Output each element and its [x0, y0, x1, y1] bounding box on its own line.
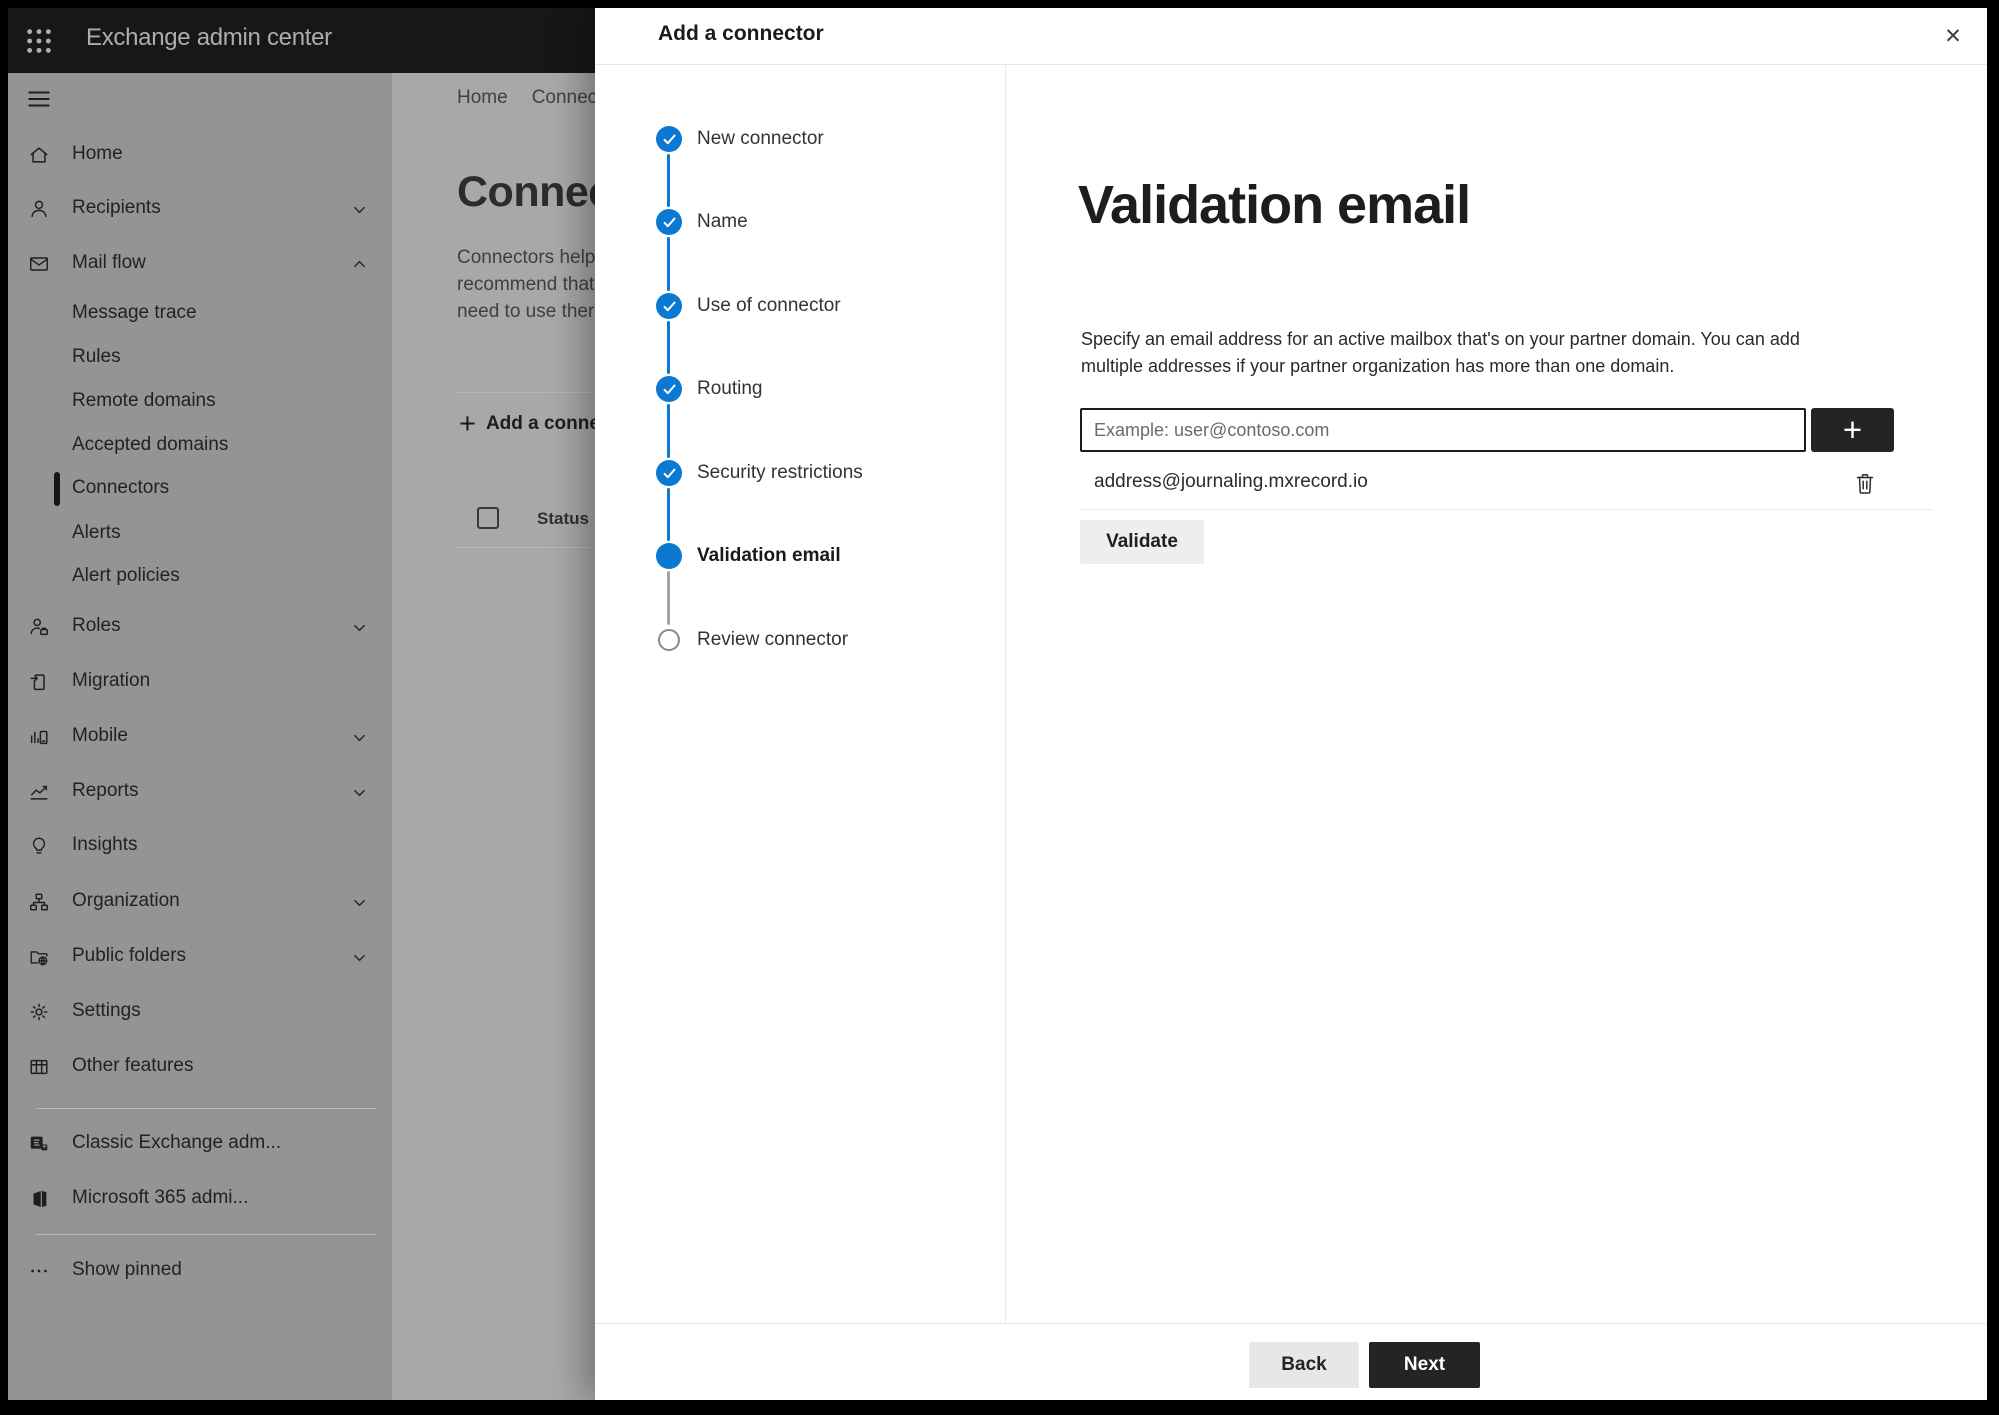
sidebar-item-other-features[interactable]: Other features — [8, 1047, 392, 1087]
dialog-footer-divider — [595, 1323, 1987, 1324]
dialog-title: Add a connector — [658, 22, 824, 45]
chevron-down-icon — [354, 789, 365, 797]
add-connector-button[interactable]: + Add a connector — [459, 404, 595, 444]
folder-globe-icon — [30, 951, 48, 966]
app-window: Exchange admin center Home Recipients Ma… — [8, 8, 1987, 1400]
chevron-down-icon — [354, 734, 365, 742]
step-completed-icon — [656, 460, 682, 486]
stepper-connector-line — [667, 404, 670, 458]
breadcrumb-home-link[interactable]: Home — [457, 87, 508, 109]
page-description: Connectors help recommend that need to u… — [457, 247, 595, 322]
breadcrumb: Home Connectors — [457, 84, 595, 112]
email-address-row: address@journaling.mxrecord.io — [1080, 459, 1933, 510]
sidebar-item-mobile[interactable]: Mobile — [8, 717, 392, 757]
lightbulb-icon — [32, 837, 46, 854]
step-current-icon — [656, 543, 682, 569]
line-chart-icon — [30, 785, 48, 800]
sidebar-item-settings[interactable]: Settings — [8, 992, 392, 1032]
stepper-connector-line — [667, 154, 670, 207]
app-title: Exchange admin center — [86, 24, 332, 51]
sidebar-item-public-folders[interactable]: Public folders — [8, 937, 392, 977]
validation-email-input[interactable] — [1080, 408, 1806, 452]
stepper-connector-line-pending — [667, 571, 670, 625]
trash-icon[interactable] — [1853, 470, 1881, 498]
stepper-panel-border — [1005, 65, 1006, 1323]
step-validation-email[interactable]: Validation email — [595, 536, 995, 576]
breadcrumb-connectors-link[interactable]: Connectors — [532, 87, 595, 109]
sidebar-item-message-trace[interactable]: Message trace — [8, 294, 392, 334]
step-use-of-connector[interactable]: Use of connector — [595, 286, 995, 326]
step-description: Specify an email address for an active m… — [1081, 329, 1800, 376]
sidebar-item-roles[interactable]: Roles — [8, 607, 392, 647]
step-routing[interactable]: Routing — [595, 369, 995, 409]
mobile-device-icon — [30, 730, 48, 745]
home-icon — [30, 147, 48, 163]
sidebar-item-rules[interactable]: Rules — [8, 338, 392, 378]
sidebar-divider — [36, 1108, 376, 1109]
page-title: Connectors — [457, 168, 595, 216]
dialog-header: Add a connector ✕ — [595, 8, 1987, 65]
back-button[interactable]: Back — [1249, 1342, 1359, 1388]
plus-icon: + — [459, 408, 476, 440]
content-divider — [457, 547, 595, 548]
add-email-button[interactable]: + — [1811, 408, 1894, 452]
app-launcher-waffle-icon[interactable] — [24, 25, 56, 57]
sidebar-item-classic-exchange-admin[interactable]: Classic Exchange adm... — [8, 1124, 392, 1164]
sidebar-item-insights[interactable]: Insights — [8, 826, 392, 866]
step-review-connector[interactable]: Review connector — [595, 620, 995, 660]
sidebar-item-mail-flow[interactable]: Mail flow — [8, 244, 392, 284]
sidebar-item-reports[interactable]: Reports — [8, 772, 392, 812]
validate-button[interactable]: Validate — [1080, 520, 1204, 564]
stepper-connector-line — [667, 237, 670, 291]
step-new-connector[interactable]: New connector — [595, 119, 995, 159]
mail-icon — [30, 257, 48, 271]
sidebar-item-alert-policies[interactable]: Alert policies — [8, 557, 392, 597]
selected-indicator — [54, 472, 60, 506]
chevron-down-icon — [354, 954, 365, 962]
sidebar-item-accepted-domains[interactable]: Accepted domains — [8, 426, 392, 466]
step-completed-icon — [656, 293, 682, 319]
add-connector-dialog: Add a connector ✕ New connector Name Use… — [595, 8, 1987, 1400]
document-import-icon — [30, 674, 45, 691]
sidebar-item-alerts[interactable]: Alerts — [8, 514, 392, 554]
next-button[interactable]: Next — [1369, 1342, 1480, 1388]
person-icon — [31, 200, 47, 218]
sidebar-item-microsoft-365-admin[interactable]: Microsoft 365 admi... — [8, 1179, 392, 1219]
step-heading: Validation email — [1078, 175, 1471, 235]
hamburger-menu-icon[interactable] — [26, 86, 56, 112]
sidebar-item-migration[interactable]: Migration — [8, 662, 392, 702]
person-badge-icon — [30, 618, 48, 636]
step-name[interactable]: Name — [595, 202, 995, 242]
exchange-logo-icon — [30, 1136, 48, 1151]
select-all-checkbox[interactable] — [477, 507, 499, 529]
sidebar-item-show-pinned[interactable]: Show pinned — [8, 1251, 392, 1291]
microsoft-365-logo-icon — [33, 1190, 47, 1208]
chevron-down-icon — [354, 624, 365, 632]
ellipsis-icon — [31, 1269, 47, 1273]
chevron-down-icon — [354, 899, 365, 907]
gear-icon — [30, 1003, 48, 1021]
step-completed-icon — [656, 376, 682, 402]
chevron-up-icon — [354, 260, 365, 268]
table-grid-icon — [30, 1059, 48, 1075]
step-upcoming-icon — [658, 629, 680, 651]
email-address-value: address@journaling.mxrecord.io — [1094, 471, 1368, 492]
chevron-down-icon — [354, 206, 365, 214]
step-security-restrictions[interactable]: Security restrictions — [595, 453, 995, 493]
sidebar-item-recipients[interactable]: Recipients — [8, 189, 392, 229]
stepper-connector-line — [667, 321, 670, 374]
content-divider — [457, 392, 595, 393]
stepper-connector-line — [667, 488, 670, 541]
sidebar-item-home[interactable]: Home — [8, 135, 392, 175]
org-chart-icon — [30, 893, 48, 911]
sidebar-item-remote-domains[interactable]: Remote domains — [8, 382, 392, 422]
step-completed-icon — [656, 209, 682, 235]
sidebar-item-organization[interactable]: Organization — [8, 882, 392, 922]
sidebar-divider — [36, 1234, 376, 1235]
status-column-header[interactable]: Status — [537, 509, 589, 529]
screenshot-frame: Exchange admin center Home Recipients Ma… — [0, 0, 1999, 1415]
close-icon[interactable]: ✕ — [1935, 18, 1971, 54]
step-completed-icon — [656, 126, 682, 152]
sidebar-item-connectors[interactable]: Connectors — [8, 469, 392, 509]
